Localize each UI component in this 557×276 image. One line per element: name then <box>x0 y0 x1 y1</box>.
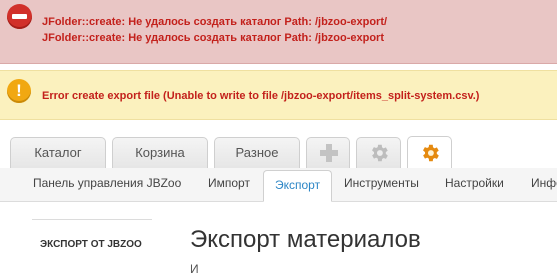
no-entry-icon <box>7 4 32 29</box>
tab-misc[interactable]: Разное <box>214 137 300 168</box>
tab-settings[interactable] <box>356 137 401 168</box>
warning-message: Error create export file (Unable to writ… <box>42 90 480 102</box>
subnav-info[interactable]: Инфо <box>531 168 557 201</box>
error-message: JFolder::create: Не удалось создать ката… <box>42 32 385 44</box>
error-alert: JFolder::create: Не удалось создать ката… <box>0 0 557 64</box>
main-tabbar: Каталог Корзина Разное <box>0 129 557 169</box>
sub-navigation: Панель управления JBZoo Импорт Экспорт И… <box>0 168 557 202</box>
error-message: JFolder::create: Не удалось создать ката… <box>42 16 388 28</box>
warning-exclamation-icon: ! <box>7 79 31 103</box>
gear-icon <box>372 144 388 162</box>
tab-catalog[interactable]: Каталог <box>10 137 106 168</box>
subnav-settings[interactable]: Настройки <box>445 168 504 201</box>
page-title: Экспорт материалов <box>190 226 421 254</box>
tab-add[interactable] <box>306 137 350 168</box>
sidebar-divider <box>32 219 152 220</box>
subnav-export[interactable]: Экспорт <box>263 170 333 202</box>
subnav-control-panel[interactable]: Панель управления JBZoo <box>33 168 181 201</box>
sidebar-heading: Экспорт от JBZoo <box>40 239 142 250</box>
orange-gear-icon <box>423 144 439 162</box>
plus-icon <box>320 144 338 162</box>
warning-alert: ! Error create export file (Unable to wr… <box>0 70 557 120</box>
subnav-tools[interactable]: Инструменты <box>344 168 419 201</box>
subnav-import[interactable]: Импорт <box>208 168 250 201</box>
tab-jbzoo-config[interactable] <box>407 136 452 169</box>
error-message-list: JFolder::create: Не удалось создать ката… <box>42 14 387 46</box>
content-text: И <box>190 262 199 276</box>
tab-cart[interactable]: Корзина <box>112 137 208 168</box>
